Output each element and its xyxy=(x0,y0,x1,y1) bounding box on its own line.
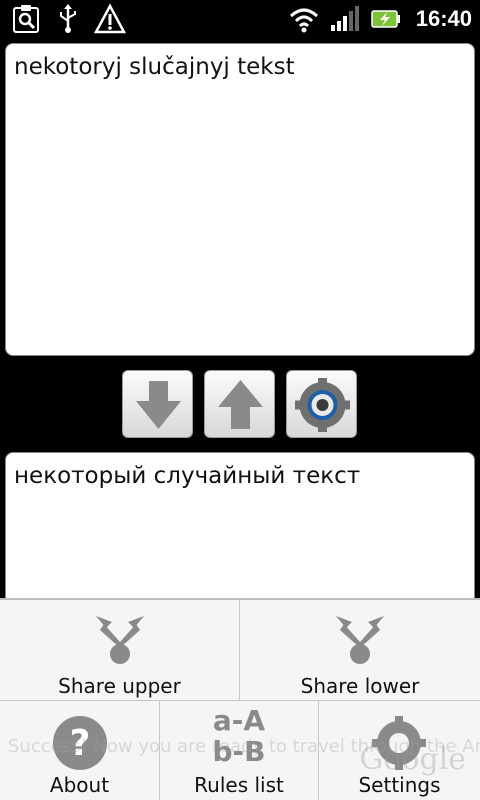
arrow-up-icon xyxy=(218,380,263,429)
settings-label: Settings xyxy=(358,773,441,797)
upper-text-field[interactable]: nekotoryj slučajnyj tekst xyxy=(5,43,475,356)
options-menu: Share upper Share lower ? About a-A b-B … xyxy=(0,598,480,800)
status-bar: 16:40 xyxy=(0,0,480,38)
menu-divider xyxy=(0,700,480,701)
about-label: About xyxy=(49,773,110,797)
upper-text-value: nekotoryj slučajnyj tekst xyxy=(14,54,295,80)
gear-icon xyxy=(295,378,350,432)
rules-icon-top: a-A xyxy=(212,704,266,737)
rules-icon: a-A b-B xyxy=(204,705,274,771)
menu-item-about[interactable]: ? About xyxy=(0,701,159,800)
status-bar-right: 16:40 xyxy=(288,3,472,35)
menu-divider xyxy=(159,701,160,800)
svg-text:?: ? xyxy=(70,723,91,764)
search-clip-icon xyxy=(13,5,39,33)
usb-icon xyxy=(60,4,76,33)
help-icon: ? xyxy=(53,716,107,770)
arrow-down-icon xyxy=(136,381,181,429)
menu-divider xyxy=(318,701,319,800)
menu-divider xyxy=(239,600,240,700)
gear-icon xyxy=(372,716,426,770)
battery-charging-icon xyxy=(370,10,400,28)
status-bar-left xyxy=(10,3,126,35)
lower-text-value: некоторый случайный текст xyxy=(14,463,361,489)
warning-icon xyxy=(94,3,126,34)
share-icon xyxy=(336,616,384,664)
signal-icon xyxy=(330,6,359,31)
convert-down-button[interactable] xyxy=(122,370,193,438)
status-clock: 16:40 xyxy=(415,6,472,31)
share-upper-label: Share upper xyxy=(58,674,181,698)
menu-item-rules-list[interactable]: a-A b-B Rules list xyxy=(160,701,318,800)
rules-list-label: Rules list xyxy=(194,773,284,797)
menu-item-share-lower[interactable]: Share lower xyxy=(240,600,480,700)
menu-item-share-upper[interactable]: Share upper xyxy=(0,600,239,700)
rules-icon-bottom: b-B xyxy=(212,735,266,768)
share-icon xyxy=(96,616,144,664)
menu-item-settings[interactable]: Settings xyxy=(319,701,480,800)
convert-up-button[interactable] xyxy=(204,370,275,438)
share-lower-label: Share lower xyxy=(300,674,420,698)
wifi-icon xyxy=(289,8,318,33)
settings-button[interactable] xyxy=(286,370,357,438)
